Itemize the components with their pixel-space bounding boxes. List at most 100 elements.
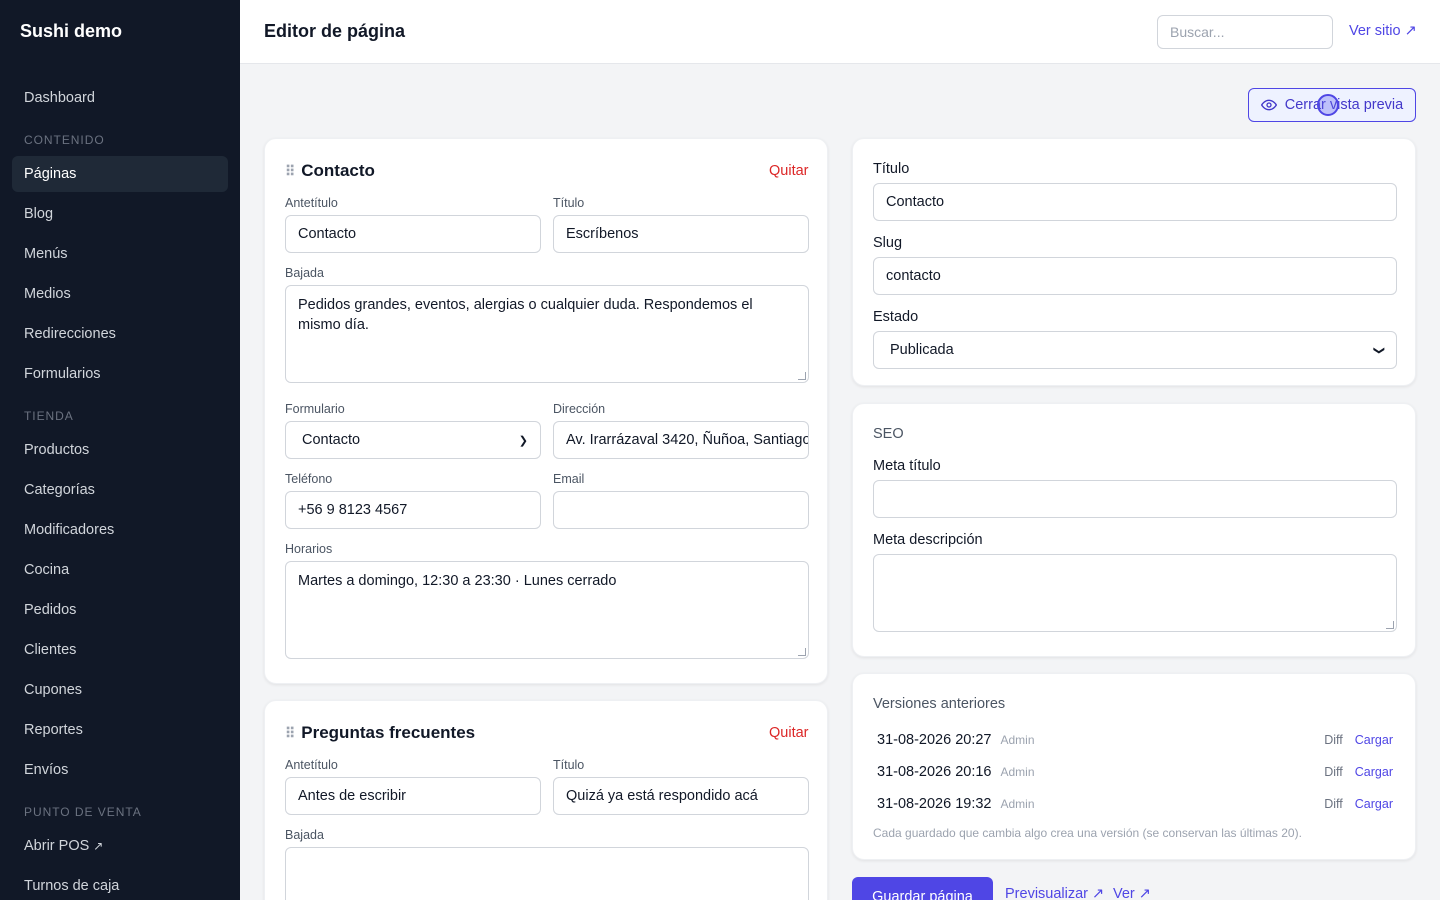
- sidebar-item-turnos-caja[interactable]: Turnos de caja: [12, 868, 228, 900]
- sidebar-item-label: Dashboard: [24, 90, 95, 106]
- titulo-input[interactable]: Escríbenos: [553, 215, 809, 253]
- version-date: 31-08-2026 20:16: [877, 764, 992, 780]
- page-settings-card: Título Contacto Slug contacto Estado Pub…: [852, 138, 1416, 386]
- save-page-button[interactable]: Guardar página: [852, 877, 993, 900]
- antetitulo-input[interactable]: Antes de escribir: [285, 777, 541, 815]
- remove-block-button[interactable]: Quitar: [769, 163, 809, 179]
- bajada-text: Pedidos grandes, eventos, alergias o cua…: [298, 297, 753, 333]
- bajada-textarea[interactable]: Pedidos grandes, eventos, alergias o cua…: [285, 285, 809, 383]
- email-input[interactable]: [553, 491, 809, 529]
- resize-handle-icon[interactable]: [1386, 621, 1394, 629]
- version-row: 31-08-2026 20:16 Admin Diff Cargar: [877, 760, 1393, 784]
- sidebar-item-productos[interactable]: Productos: [12, 432, 228, 468]
- antetitulo-input[interactable]: Contacto: [285, 215, 541, 253]
- brand-name[interactable]: Sushi demo: [20, 21, 122, 42]
- sidebar-item-label: Cocina: [24, 562, 70, 578]
- drag-handle-icon[interactable]: ⠿: [285, 725, 295, 742]
- view-site-link[interactable]: Ver sitio ↗: [1349, 23, 1417, 39]
- meta-title-input[interactable]: [873, 480, 1397, 518]
- sidebar-item-modificadores[interactable]: Modificadores: [12, 512, 228, 548]
- sidebar-item-label: Menús: [24, 246, 68, 262]
- external-link-icon: ↗: [1138, 886, 1151, 900]
- sidebar-item-label: Formularios: [24, 366, 101, 382]
- sidebar-item-cupones[interactable]: Cupones: [12, 672, 228, 708]
- version-diff-button[interactable]: Diff: [1324, 797, 1343, 811]
- version-diff-button[interactable]: Diff: [1324, 733, 1343, 747]
- sidebar-item-formularios[interactable]: Formularios: [12, 356, 228, 392]
- sidebar-section-pos: PUNTO DE VENTA: [24, 805, 142, 819]
- seo-card: SEO Meta título Meta descripción: [852, 403, 1416, 657]
- block-card-contacto: ⠿ Contacto Quitar Antetítulo Contacto Tí…: [264, 138, 828, 684]
- sidebar-item-reportes[interactable]: Reportes: [12, 712, 228, 748]
- version-load-button[interactable]: Cargar: [1355, 733, 1393, 747]
- chevron-down-icon: ❯: [1372, 345, 1385, 355]
- resize-handle-icon[interactable]: [798, 648, 806, 656]
- telefono-label: Teléfono: [285, 472, 333, 486]
- email-label: Email: [553, 472, 585, 486]
- page-title-input[interactable]: Contacto: [873, 183, 1397, 221]
- view-site-label: Ver sitio: [1349, 23, 1401, 39]
- page-title: Editor de página: [264, 21, 406, 41]
- meta-description-label: Meta descripción: [873, 532, 983, 548]
- formulario-select[interactable]: Contacto ❯: [285, 421, 541, 459]
- sidebar-item-label: Pedidos: [24, 602, 77, 618]
- versions-heading: Versiones anteriores: [873, 696, 1006, 712]
- titulo-input[interactable]: Quizá ya está respondido acá: [553, 777, 809, 815]
- sidebar-item-label: Categorías: [24, 482, 95, 498]
- sidebar-item-clientes[interactable]: Clientes: [12, 632, 228, 668]
- sidebar-section-tienda: TIENDA: [24, 409, 74, 423]
- resize-handle-icon[interactable]: [798, 372, 806, 380]
- version-diff-button[interactable]: Diff: [1324, 765, 1343, 779]
- direccion-label: Dirección: [553, 402, 606, 416]
- view-link[interactable]: Ver ↗: [1113, 886, 1151, 900]
- bajada-label: Bajada: [285, 266, 324, 280]
- chevron-down-icon: ❯: [518, 434, 528, 447]
- block-title: ⠿ Preguntas frecuentes: [285, 723, 475, 743]
- sidebar-item-abrir-pos[interactable]: Abrir POS ↗: [12, 828, 228, 864]
- direccion-input[interactable]: Av. Irarrázaval 3420, Ñuñoa, Santiago: [553, 421, 809, 459]
- version-row: 31-08-2026 19:32 Admin Diff Cargar: [877, 792, 1393, 816]
- sidebar-item-envios[interactable]: Envíos: [12, 752, 228, 788]
- sidebar-item-categorias[interactable]: Categorías: [12, 472, 228, 508]
- page-title-label: Título: [873, 161, 910, 177]
- sidebar-item-blog[interactable]: Blog: [12, 196, 228, 232]
- search-input[interactable]: [1157, 15, 1333, 49]
- antetitulo-label: Antetítulo: [285, 196, 338, 210]
- estado-label: Estado: [873, 309, 919, 325]
- telefono-input[interactable]: +56 9 8123 4567: [285, 491, 541, 529]
- sidebar-item-medios[interactable]: Medios: [12, 276, 228, 312]
- external-link-icon: ↗: [1404, 23, 1417, 39]
- versions-note: Cada guardado que cambia algo crea una v…: [873, 826, 1302, 840]
- sidebar-item-label: Medios: [24, 286, 71, 302]
- versions-card: Versiones anteriores 31-08-2026 20:27 Ad…: [852, 673, 1416, 860]
- bajada-textarea[interactable]: [285, 847, 809, 900]
- close-preview-label: Cerrar vista previa: [1284, 97, 1404, 113]
- version-user: Admin: [1000, 733, 1035, 747]
- remove-block-button[interactable]: Quitar: [769, 725, 809, 741]
- preview-link-label: Previsualizar: [1005, 886, 1088, 900]
- version-load-button[interactable]: Cargar: [1355, 765, 1393, 779]
- version-date: 31-08-2026 20:27: [877, 732, 992, 748]
- version-load-button[interactable]: Cargar: [1355, 797, 1393, 811]
- meta-description-textarea[interactable]: [873, 554, 1397, 632]
- sidebar-item-paginas[interactable]: Páginas: [12, 156, 228, 192]
- preview-link[interactable]: Previsualizar ↗: [1005, 886, 1104, 900]
- external-link-icon: ↗: [1092, 886, 1105, 900]
- horarios-label: Horarios: [285, 542, 333, 556]
- sidebar-item-label: Envíos: [24, 762, 69, 778]
- topbar: Editor de página Ver sitio ↗: [240, 0, 1440, 64]
- block-title-text: Preguntas frecuentes: [301, 723, 476, 742]
- slug-input[interactable]: contacto: [873, 257, 1397, 295]
- sidebar-item-menus[interactable]: Menús: [12, 236, 228, 272]
- sidebar-item-redirecciones[interactable]: Redirecciones: [12, 316, 228, 352]
- slug-label: Slug: [873, 235, 903, 251]
- sidebar-item-cocina[interactable]: Cocina: [12, 552, 228, 588]
- estado-select[interactable]: Publicada ❯: [873, 331, 1397, 369]
- sidebar-item-pedidos[interactable]: Pedidos: [12, 592, 228, 628]
- sidebar: Sushi demo Dashboard CONTENIDO Páginas B…: [0, 0, 240, 900]
- sidebar-item-dashboard[interactable]: Dashboard: [12, 80, 228, 116]
- version-row: 31-08-2026 20:27 Admin Diff Cargar: [877, 728, 1393, 752]
- horarios-textarea[interactable]: Martes a domingo, 12:30 a 23:30 · Lunes …: [285, 561, 809, 659]
- drag-handle-icon[interactable]: ⠿: [285, 163, 295, 180]
- version-user: Admin: [1000, 765, 1035, 779]
